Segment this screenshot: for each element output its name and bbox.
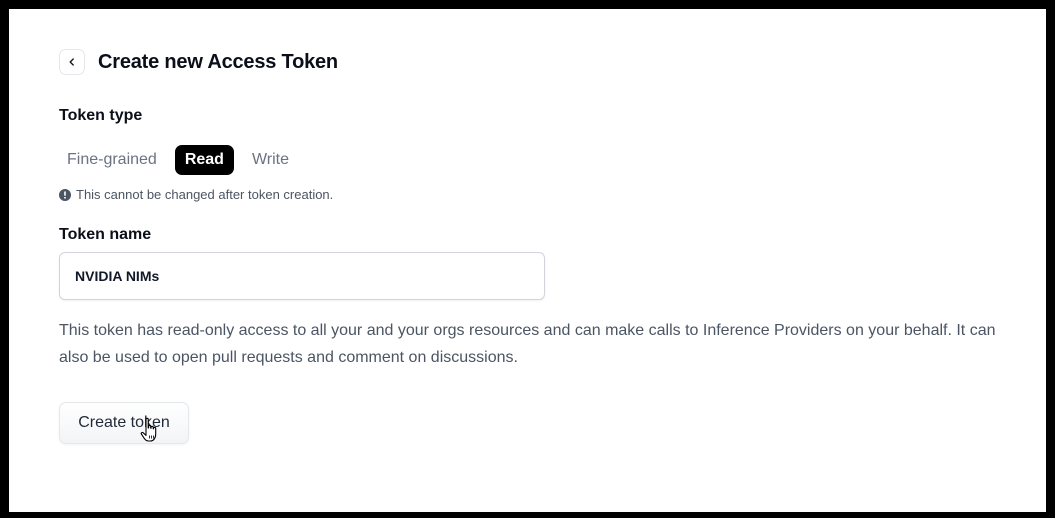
token-type-read[interactable]: Read — [174, 145, 234, 175]
token-type-write[interactable]: Write — [244, 145, 297, 175]
token-type-note: This cannot be changed after token creat… — [59, 187, 333, 202]
token-type-selector: Fine-grained Read Write — [59, 145, 307, 175]
token-name-input[interactable] — [59, 252, 545, 300]
token-type-fine-grained[interactable]: Fine-grained — [59, 145, 165, 175]
info-icon — [59, 188, 76, 201]
token-permissions-description: This token has read-only access to all y… — [59, 322, 996, 366]
page-header: Create new Access Token — [59, 49, 338, 75]
back-button[interactable] — [59, 49, 85, 75]
create-token-button[interactable]: Create token — [59, 402, 189, 444]
token-type-note-text: This cannot be changed after token creat… — [76, 187, 334, 202]
page-title: Create new Access Token — [98, 50, 338, 73]
token-name-label: Token name — [59, 226, 152, 243]
create-token-panel: Create new Access Token Token type Fine-… — [9, 9, 1046, 512]
chevron-left-icon — [67, 57, 77, 67]
token-type-label: Token type — [59, 107, 143, 124]
